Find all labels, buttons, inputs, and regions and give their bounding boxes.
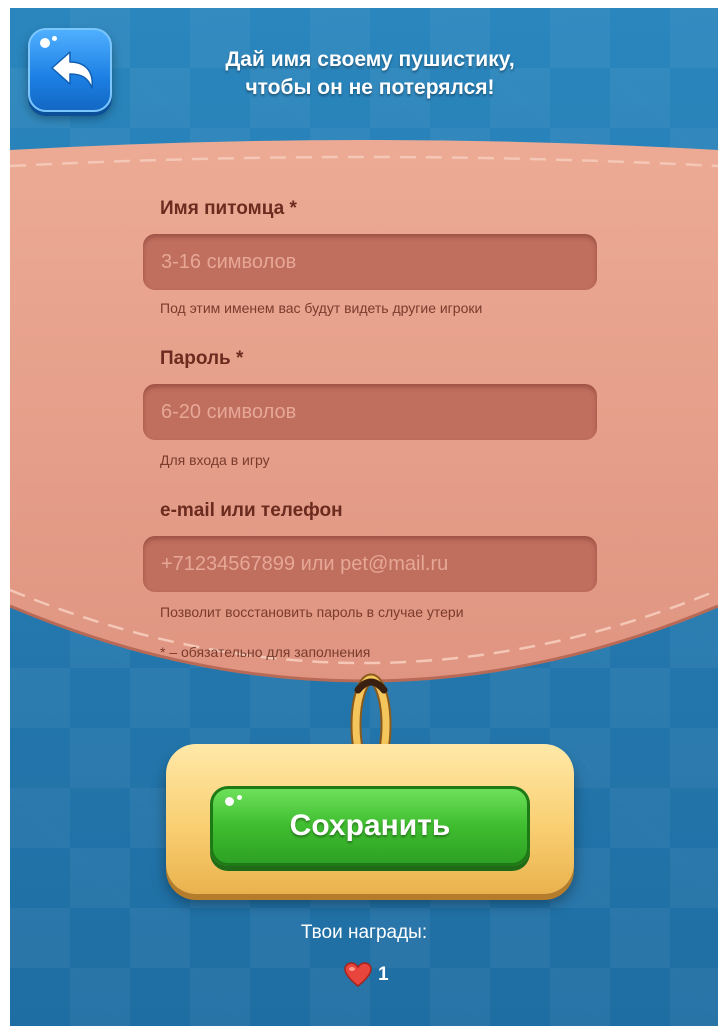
password-label: Пароль * xyxy=(160,348,244,369)
back-button[interactable] xyxy=(28,28,112,112)
pet-name-hint: Под этим именем вас будут видеть другие … xyxy=(160,300,483,316)
button-shine xyxy=(225,797,234,806)
button-shine-small xyxy=(237,795,242,800)
title-line-1: Дай имя своему пушистику, xyxy=(225,48,515,71)
rewards-title: Твои награды: xyxy=(300,922,428,943)
game-screen: Дай имя своему пушистику, чтобы он не по… xyxy=(10,8,718,1026)
password-input[interactable] xyxy=(143,384,597,440)
button-shine-small xyxy=(52,36,57,41)
back-arrow-icon xyxy=(51,51,93,89)
page-title: Дай имя своему пушистику, чтобы он не по… xyxy=(140,46,600,102)
pet-name-label: Имя питомца * xyxy=(160,198,297,219)
password-hint: Для входа в игру xyxy=(160,452,270,468)
reward-count: 1 xyxy=(378,964,389,985)
contact-hint: Позволит восстановить пароль в случае ут… xyxy=(160,604,464,620)
required-note: * – обязательно для заполнения xyxy=(160,644,371,660)
reward-item: 1 xyxy=(344,960,389,990)
save-button-label: Сохранить xyxy=(289,809,451,842)
contact-label: e-mail или телефон xyxy=(160,500,343,521)
collar-panel: Имя питомца * Под этим именем вас будут … xyxy=(10,136,718,696)
title-line-2: чтобы он не потерялся! xyxy=(245,76,495,99)
heart-icon xyxy=(344,962,372,987)
contact-input[interactable] xyxy=(143,536,597,592)
save-button[interactable]: Сохранить xyxy=(210,786,530,866)
pet-name-input[interactable] xyxy=(143,234,597,290)
